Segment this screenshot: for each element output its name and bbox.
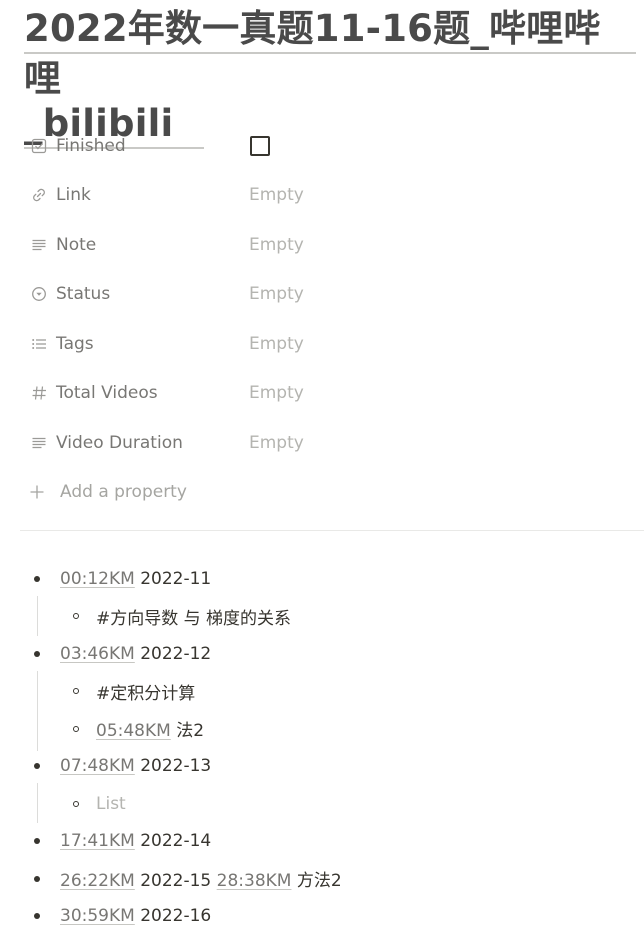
property-value[interactable]: Empty	[249, 235, 304, 255]
property-name: Tags	[56, 333, 94, 354]
property-name: Finished	[56, 135, 126, 156]
timestamp-link[interactable]: 00:12KM	[60, 569, 135, 589]
property-finished[interactable]: Finished	[0, 121, 644, 171]
property-video-duration[interactable]: Video Duration Empty	[0, 418, 644, 468]
list-item-text: 00:12KM 2022-11	[60, 569, 211, 589]
item-label: 法2	[170, 721, 205, 742]
checkbox-icon	[30, 137, 48, 155]
property-value[interactable]: Empty	[249, 433, 304, 453]
list-item-text: 03:46KM 2022-12	[60, 644, 211, 664]
list-item-text: #定积分计算	[96, 683, 196, 704]
property-name: Status	[56, 284, 111, 305]
text-lines-icon	[30, 236, 48, 254]
add-property-label: Add a property	[60, 482, 187, 503]
bullet-circle	[73, 800, 79, 807]
property-value[interactable]: Empty	[249, 334, 304, 354]
property-link[interactable]: Link Empty	[0, 171, 644, 221]
property-name: Total Videos	[56, 383, 158, 404]
plus-icon	[28, 483, 46, 501]
list-item-child[interactable]: 05:48KM 法2	[0, 710, 644, 748]
bullet-circle	[73, 613, 79, 620]
item-label: 方法2	[291, 871, 342, 892]
property-value[interactable]: Empty	[249, 185, 304, 205]
add-property-button[interactable]: Add a property	[0, 468, 644, 518]
list-item[interactable]: 03:46KM 2022-12	[0, 635, 644, 673]
property-name: Video Duration	[56, 432, 183, 453]
item-label: 2022-12	[134, 643, 212, 664]
bulleted-list: 00:12KM 2022-11 #方向导数 与 梯度的关系 03:46KM 20…	[0, 560, 644, 935]
timestamp-link[interactable]: 03:46KM	[60, 644, 135, 664]
timestamp-link[interactable]: 05:48KM	[96, 721, 171, 741]
bullet-dot	[34, 575, 40, 582]
list-item-text: 17:41KM 2022-14	[60, 831, 211, 851]
bullet-circle	[73, 725, 79, 732]
timestamp-link[interactable]: 26:22KM	[60, 871, 135, 891]
list-item[interactable]: 00:12KM 2022-11	[0, 560, 644, 598]
list-item[interactable]: 17:41KM 2022-14	[0, 823, 644, 861]
list-item-text: 07:48KM 2022-13	[60, 756, 211, 776]
list-item-text: 26:22KM 2022-15 28:38KM 方法2	[60, 866, 342, 891]
timestamp-link[interactable]: 07:48KM	[60, 756, 135, 776]
bullet-dot	[34, 650, 40, 657]
finished-checkbox[interactable]	[250, 135, 270, 156]
list-item-text: 05:48KM 法2	[96, 716, 204, 741]
status-circle-icon	[30, 285, 48, 303]
timestamp-link[interactable]: 17:41KM	[60, 831, 135, 851]
bullet-dot	[34, 875, 40, 882]
text-lines-icon	[30, 434, 48, 452]
property-value[interactable]: Empty	[249, 284, 304, 304]
property-note[interactable]: Note Empty	[0, 220, 644, 270]
timestamp-link[interactable]: 30:59KM	[60, 906, 135, 926]
list-item-child[interactable]: #定积分计算	[0, 670, 644, 751]
list-item-child[interactable]: #方向导数 与 梯度的关系	[0, 595, 644, 636]
item-label: 2022-15	[134, 871, 217, 892]
list-placeholder[interactable]: List	[96, 794, 126, 814]
list-item[interactable]: 07:48KM 2022-13	[0, 748, 644, 786]
property-name: Note	[56, 234, 97, 255]
property-status[interactable]: Status Empty	[0, 270, 644, 320]
property-name: Link	[56, 185, 91, 206]
list-item-text: 30:59KM 2022-16	[60, 906, 211, 926]
page-title-line-1: 2022年数一真题11-16题_哔哩哔	[24, 6, 636, 54]
bullet-dot	[34, 763, 40, 770]
nest-guide	[37, 783, 38, 823]
item-label: 2022-14	[134, 831, 212, 852]
bullet-dot	[34, 913, 40, 920]
list-item-text: #方向导数 与 梯度的关系	[96, 608, 292, 629]
link-icon	[30, 186, 48, 204]
bullet-dot	[34, 838, 40, 845]
property-total-videos[interactable]: Total Videos Empty	[0, 369, 644, 419]
timestamp-link[interactable]: 28:38KM	[217, 871, 292, 891]
bullet-circle	[73, 688, 79, 695]
nest-guide	[37, 595, 38, 636]
list-item[interactable]: 26:22KM 2022-15 28:38KM 方法2	[0, 860, 644, 898]
property-list: Finished Link Empty Note Empty Status Em…	[0, 121, 644, 517]
list-icon	[30, 335, 48, 353]
item-label: 2022-13	[134, 756, 212, 777]
item-label: 2022-16	[134, 906, 212, 927]
list-item[interactable]: 30:59KM 2022-16	[0, 898, 644, 936]
divider	[20, 530, 644, 531]
property-tags[interactable]: Tags Empty	[0, 319, 644, 369]
property-value[interactable]: Empty	[249, 383, 304, 403]
hash-icon	[30, 384, 48, 402]
item-label: 2022-11	[134, 568, 212, 589]
list-item-child[interactable]: List	[0, 783, 644, 823]
